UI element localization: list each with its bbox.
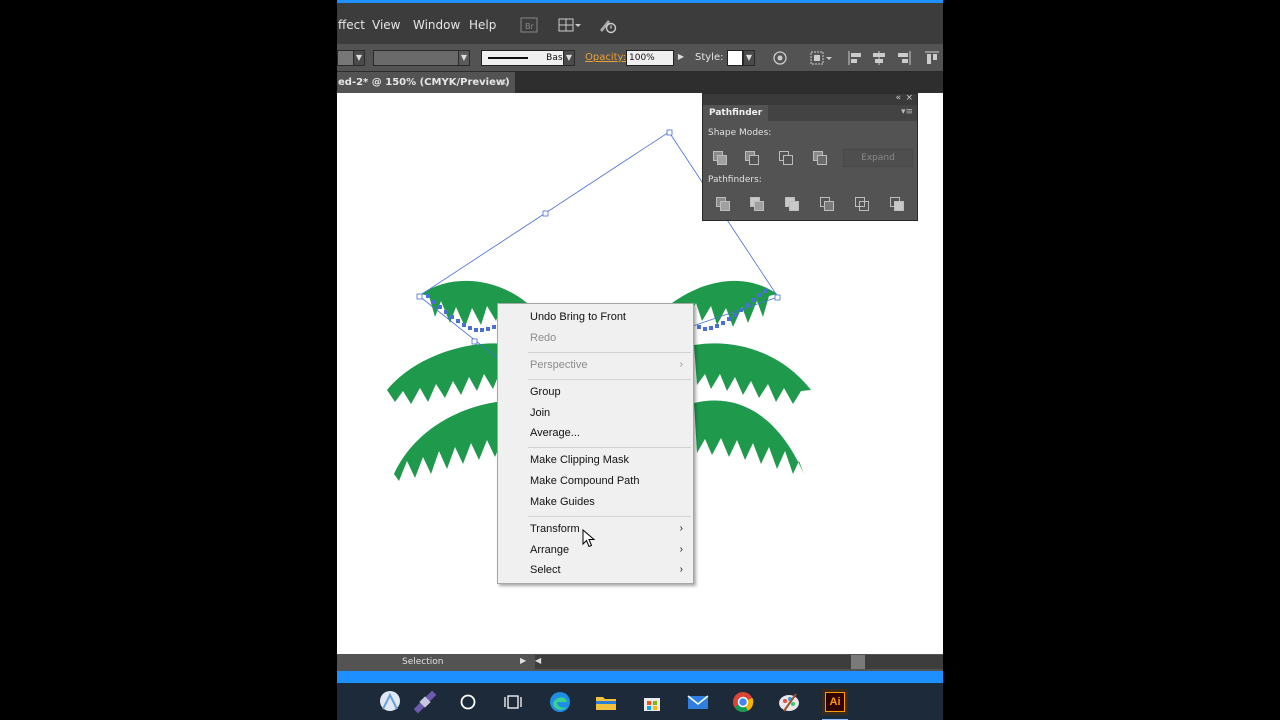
palm-leaf-middle-left[interactable]	[387, 343, 512, 404]
graphic-style-swatch[interactable]	[727, 50, 743, 66]
svg-text:Br: Br	[525, 22, 534, 31]
panel-title-row: Pathfinder ▾≡	[703, 105, 917, 121]
trim-icon[interactable]	[750, 197, 764, 211]
stroke-weight-dropdown[interactable]: ▼	[458, 50, 470, 66]
menu-item-undo-bring-to-front[interactable]: Undo Bring to Front	[530, 311, 626, 323]
menu-separator	[528, 447, 691, 448]
intersect-icon[interactable]	[779, 151, 793, 165]
style-dropdown[interactable]: ▼	[743, 50, 755, 66]
document-tab[interactable]: ed-2* @ 150% (CMYK/Preview) ×	[337, 72, 515, 93]
align-right-icon[interactable]	[896, 50, 912, 66]
status-menu-arrow-icon[interactable]: ▶	[520, 656, 526, 665]
edge-icon[interactable]	[547, 689, 573, 715]
windows-taskbar: Ai	[337, 671, 943, 720]
style-label: Style:	[695, 52, 724, 63]
illustrator-icon[interactable]: Ai	[822, 689, 848, 720]
mouse-cursor-icon	[582, 529, 596, 548]
menu-item-average[interactable]: Average...	[530, 427, 580, 439]
fill-dropdown[interactable]: ▼	[353, 50, 365, 66]
stroke-profile-dropdown[interactable]: ▼	[563, 50, 575, 66]
close-panel-icon[interactable]: ×	[905, 93, 913, 103]
panel-topbar: « ×	[703, 93, 917, 105]
collapse-panel-icon[interactable]: «	[895, 93, 901, 103]
satellite-app-icon[interactable]	[410, 687, 437, 714]
menu-separator	[528, 352, 691, 353]
panel-menu-icon[interactable]: ▾≡	[901, 107, 913, 117]
menu-item-join[interactable]: Join	[530, 407, 550, 419]
menu-item-perspective[interactable]: Perspective	[530, 359, 587, 371]
pathfinder-tab[interactable]: Pathfinder	[703, 105, 769, 121]
align-top-icon[interactable]	[924, 50, 940, 66]
scroll-left-icon[interactable]: ◀	[535, 656, 541, 665]
menu-view[interactable]: View	[372, 18, 400, 32]
file-explorer-icon[interactable]	[593, 689, 619, 715]
opacity-label[interactable]: Opacity:	[585, 52, 626, 63]
cortana-icon[interactable]	[455, 689, 481, 715]
illustrator-window: ffect View Window Help Br ▼ ▼ Basic ▼ Op…	[337, 0, 943, 720]
exclude-icon[interactable]	[813, 151, 827, 165]
menu-item-transform[interactable]: Transform	[530, 523, 580, 535]
menu-help[interactable]: Help	[469, 18, 496, 32]
submenu-arrow-icon: ›	[679, 564, 683, 575]
expand-button[interactable]: Expand	[843, 149, 913, 167]
maps-app-icon[interactable]	[375, 687, 401, 713]
pathfinders-label: Pathfinders:	[708, 175, 762, 185]
arrange-documents-icon[interactable]	[558, 15, 582, 35]
submenu-arrow-icon: ›	[679, 523, 683, 534]
document-tab-title: ed-2* @ 150% (CMYK/Preview)	[338, 77, 510, 88]
opacity-arrow-icon[interactable]: ▶	[675, 50, 687, 66]
crop-icon[interactable]	[820, 197, 834, 211]
stroke-weight-field[interactable]	[373, 50, 459, 66]
task-view-icon[interactable]	[500, 689, 526, 715]
status-bar: Selection ▶ ◀	[337, 654, 943, 671]
control-bar: ▼ ▼ Basic ▼ Opacity: 100% ▶ Style: ▼	[337, 44, 943, 72]
menu-window[interactable]: Window	[413, 18, 460, 32]
align-horizontal-center-icon[interactable]	[871, 50, 887, 66]
menu-separator	[528, 516, 691, 517]
chrome-icon[interactable]	[730, 689, 756, 715]
menu-item-make-compound-path[interactable]: Make Compound Path	[530, 475, 639, 487]
document-tab-bar: ed-2* @ 150% (CMYK/Preview) ×	[337, 72, 943, 93]
status-tool-label: Selection	[402, 657, 444, 667]
paint-icon[interactable]	[776, 689, 802, 715]
close-tab-icon[interactable]: ×	[499, 72, 507, 93]
opacity-input[interactable]: 100%	[626, 50, 674, 66]
minus-back-icon[interactable]	[890, 197, 904, 211]
palm-leaf-lower-right[interactable]	[694, 400, 804, 474]
menu-separator	[528, 379, 691, 380]
align-to-selection-icon[interactable]	[809, 50, 833, 66]
merge-icon[interactable]	[785, 197, 799, 211]
stroke-line-preview	[488, 57, 528, 59]
unite-icon[interactable]	[713, 151, 727, 165]
menu-effect[interactable]: ffect	[338, 18, 365, 32]
shape-modes-label: Shape Modes:	[708, 128, 772, 138]
bridge-icon[interactable]: Br	[520, 15, 538, 35]
menu-item-select[interactable]: Select	[530, 564, 561, 576]
menu-item-arrange[interactable]: Arrange	[530, 544, 569, 556]
illustrator-label: Ai	[825, 692, 845, 712]
minus-front-icon[interactable]	[745, 151, 759, 165]
menu-item-group[interactable]: Group	[530, 386, 561, 398]
menu-item-make-clipping-mask[interactable]: Make Clipping Mask	[530, 454, 629, 466]
stroke-profile-select[interactable]: Basic	[481, 50, 575, 66]
submenu-arrow-icon: ›	[679, 359, 683, 370]
horizontal-scrollbar[interactable]: ◀	[535, 655, 943, 669]
pathfinder-panel: « × Pathfinder ▾≡ Shape Modes: Expand Pa…	[702, 93, 918, 221]
gpu-performance-icon[interactable]	[598, 15, 618, 35]
store-icon[interactable]	[639, 689, 665, 715]
submenu-arrow-icon: ›	[679, 544, 683, 555]
context-menu: Undo Bring to Front Redo Perspective › G…	[497, 303, 694, 584]
menu-bar: ffect View Window Help Br	[337, 0, 943, 44]
mail-icon[interactable]	[685, 689, 711, 715]
menu-item-redo[interactable]: Redo	[530, 332, 556, 344]
recolor-artwork-icon[interactable]	[772, 50, 788, 66]
align-left-icon[interactable]	[847, 50, 863, 66]
menu-item-make-guides[interactable]: Make Guides	[530, 496, 595, 508]
outline-icon[interactable]	[855, 197, 869, 211]
divide-icon[interactable]	[716, 197, 730, 211]
scrollbar-thumb[interactable]	[851, 655, 865, 669]
palm-leaf-middle-right[interactable]	[694, 343, 811, 404]
